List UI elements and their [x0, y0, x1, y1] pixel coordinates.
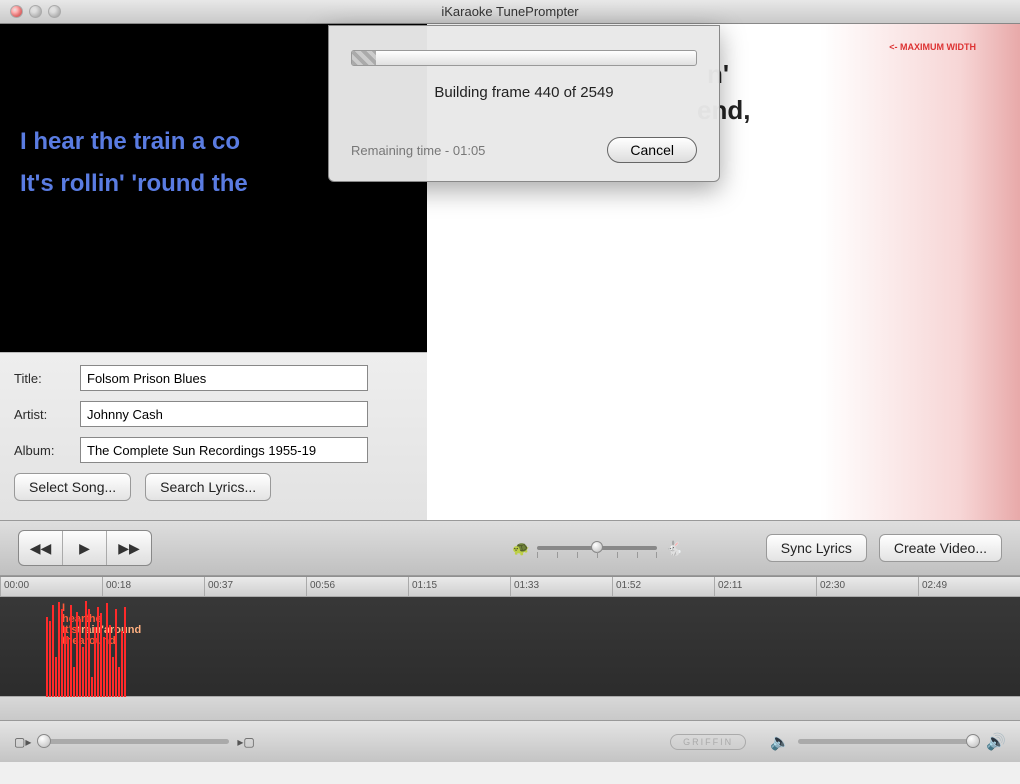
transport-controls: ◀◀ ▶ ▶▶ 🐢 🐇 Sync Lyrics Create Video... — [0, 520, 1020, 576]
waveform-bar — [124, 607, 126, 697]
waveform-bar — [97, 607, 99, 697]
waveform: IheartheIt'strain'aroundthearound — [0, 597, 1020, 697]
waveform-bar — [103, 637, 105, 697]
max-width-label: <- MAXIMUM WIDTH — [889, 42, 976, 52]
waveform-bar — [112, 657, 114, 697]
timeline-scrollbar[interactable] — [0, 696, 1020, 720]
waveform-bar — [64, 627, 66, 697]
waveform-bar — [100, 613, 102, 697]
progress-bar — [351, 50, 697, 66]
volume-low-icon: 🔈 — [770, 732, 790, 752]
sync-lyrics-button[interactable]: Sync Lyrics — [766, 534, 867, 562]
remaining-time-label: Remaining time - 01:05 — [351, 143, 485, 158]
waveform-bar — [58, 602, 60, 697]
waveform-bar — [52, 605, 54, 697]
griffin-badge: GRIFFIN — [670, 734, 746, 750]
max-width-indicator — [820, 24, 1020, 520]
tick: 02:30 — [816, 577, 918, 596]
tick: 01:52 — [612, 577, 714, 596]
waveform-bar — [91, 677, 93, 697]
cancel-button[interactable]: Cancel — [607, 137, 697, 163]
waveform-bar — [46, 617, 48, 697]
zoom-slider[interactable] — [537, 546, 657, 550]
volume-group: 🔈 🔊 — [770, 732, 1006, 752]
timeline[interactable]: 00:00 00:18 00:37 00:56 01:15 01:33 01:5… — [0, 576, 1020, 696]
progress-dialog: Building frame 440 of 2549 Remaining tim… — [328, 25, 720, 182]
titlebar: iKaraoke TunePrompter — [0, 0, 1020, 24]
waveform-bar — [55, 657, 57, 697]
trim-start-group: ▢▸ ▸▢ — [14, 735, 255, 749]
window-title: iKaraoke TunePrompter — [0, 4, 1020, 19]
artist-field[interactable] — [80, 401, 368, 427]
waveform-bar — [76, 612, 78, 697]
tick: 01:33 — [510, 577, 612, 596]
tortoise-icon: 🐢 — [512, 540, 529, 557]
tick: 00:18 — [102, 577, 204, 596]
tick: 00:56 — [306, 577, 408, 596]
play-button[interactable]: ▶ — [63, 531, 107, 565]
song-metadata-panel: Title: Artist: Album: Select Song... Sea… — [0, 352, 427, 520]
album-field[interactable] — [80, 437, 368, 463]
waveform-bar — [109, 625, 111, 697]
select-song-button[interactable]: Select Song... — [14, 473, 131, 501]
fast-forward-button[interactable]: ▶▶ — [107, 531, 151, 565]
waveform-bar — [49, 621, 51, 697]
tick: 00:37 — [204, 577, 306, 596]
title-label: Title: — [14, 371, 80, 386]
trim-start-slider[interactable] — [39, 739, 229, 744]
search-lyrics-button[interactable]: Search Lyrics... — [145, 473, 271, 501]
tick: 01:15 — [408, 577, 510, 596]
rewind-button[interactable]: ◀◀ — [19, 531, 63, 565]
hare-icon: 🐇 — [665, 540, 682, 557]
volume-thumb[interactable] — [966, 734, 980, 748]
waveform-bar — [61, 609, 63, 697]
artist-label: Artist: — [14, 407, 80, 422]
waveform-bar — [70, 605, 72, 697]
title-field[interactable] — [80, 365, 368, 391]
waveform-bar — [82, 647, 84, 697]
waveform-bar — [79, 619, 81, 697]
tick: 02:11 — [714, 577, 816, 596]
tick: 02:49 — [918, 577, 1020, 596]
waveform-bar — [85, 601, 87, 697]
volume-high-icon: 🔊 — [986, 732, 1006, 752]
tick: 00:00 — [0, 577, 102, 596]
waveform-bar — [121, 631, 123, 697]
trim-start-thumb[interactable] — [37, 734, 51, 748]
waveform-bar — [118, 667, 120, 697]
waveform-bar — [73, 667, 75, 697]
waveform-bar — [67, 637, 69, 697]
progress-message: Building frame 440 of 2549 — [351, 84, 697, 101]
create-video-button[interactable]: Create Video... — [879, 534, 1002, 562]
waveform-bar — [88, 609, 90, 697]
volume-slider[interactable] — [798, 739, 978, 744]
playback-group: ◀◀ ▶ ▶▶ — [18, 530, 152, 566]
time-ruler: 00:00 00:18 00:37 00:56 01:15 01:33 01:5… — [0, 577, 1020, 597]
zoom-slider-group: 🐢 🐇 — [512, 540, 683, 557]
trim-in-icon: ▢▸ — [14, 735, 31, 749]
waveform-bar — [106, 603, 108, 697]
bottom-bar: ▢▸ ▸▢ GRIFFIN 🔈 🔊 — [0, 720, 1020, 762]
album-label: Album: — [14, 443, 80, 458]
trim-out-icon: ▸▢ — [237, 735, 254, 749]
waveform-bar — [115, 609, 117, 697]
waveform-bar — [94, 627, 96, 697]
progress-fill — [352, 51, 376, 65]
